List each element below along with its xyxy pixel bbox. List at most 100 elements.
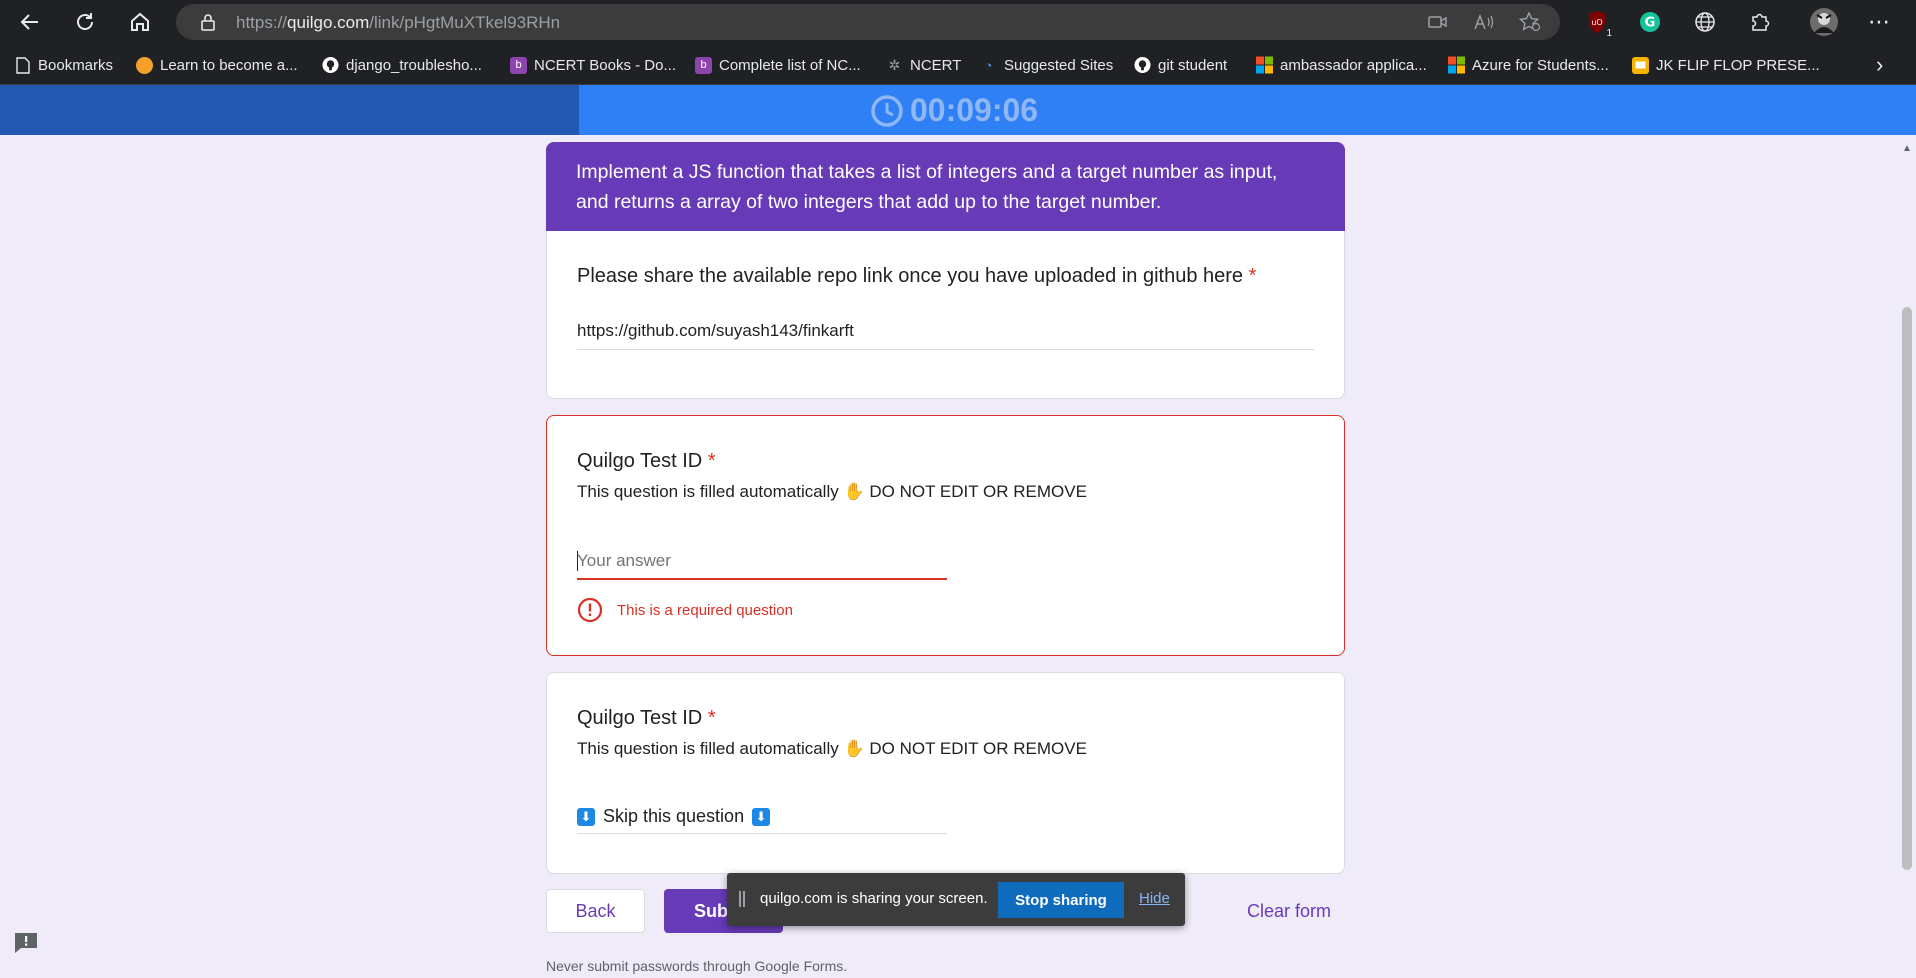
bookmark-label: Suggested Sites: [1004, 56, 1114, 74]
bookmark-item[interactable]: Learn to become a...: [136, 54, 298, 76]
browser-toolbar: https://quilgo.com/link/pHgtMuXTkel93RHn…: [0, 0, 1916, 44]
ncert-icon: ✲: [888, 56, 901, 73]
url-path: /link/pHgtMuXTkel93RHn: [369, 13, 561, 32]
scroll-up-icon[interactable]: ▲: [1902, 143, 1912, 154]
hide-link[interactable]: Hide: [1139, 890, 1170, 907]
bookmark-item[interactable]: ◔ Suggested Sites: [980, 54, 1114, 76]
scrollbar[interactable]: ▲: [1898, 135, 1916, 978]
timer: 00:09:06: [870, 92, 1038, 129]
answer-placeholder: Your answer: [577, 551, 671, 570]
question-header: Implement a JS function that takes a lis…: [546, 142, 1345, 231]
bookmark-item[interactable]: b Complete list of NC...: [695, 54, 861, 76]
microsoft-icon: [1448, 56, 1465, 74]
bookmark-item[interactable]: ✲ NCERT: [886, 54, 962, 76]
microsoft-icon: [1256, 56, 1273, 74]
bookmark-label: Azure for Students...: [1472, 56, 1609, 74]
camera-icon[interactable]: [1426, 10, 1450, 34]
lock-icon[interactable]: [196, 10, 220, 34]
favorite-star-icon[interactable]: [1518, 10, 1542, 34]
question-title-text: Please share the available repo link onc…: [577, 265, 1244, 287]
question-title: Quilgo Test ID *: [577, 450, 716, 473]
read-aloud-icon[interactable]: [1472, 10, 1496, 34]
back-arrow-icon[interactable]: [14, 6, 46, 38]
repo-link-value: https://github.com/suyash143/finkarft: [577, 321, 854, 340]
extensions-puzzle-icon[interactable]: [1747, 9, 1773, 35]
bookmark-item[interactable]: JK FLIP FLOP PRESE...: [1632, 54, 1820, 76]
raised-hand-icon: ✋: [843, 482, 865, 501]
extension-badge: 1: [1604, 28, 1614, 39]
scrollbar-thumb[interactable]: [1902, 307, 1912, 870]
bookmark-item[interactable]: b NCERT Books - Do...: [510, 54, 676, 76]
stop-sharing-button[interactable]: Stop sharing: [998, 882, 1124, 918]
test-id-input[interactable]: Your answer: [577, 544, 947, 580]
skip-question-value: ⬇ Skip this question ⬇: [577, 806, 771, 827]
back-button[interactable]: Back: [546, 889, 645, 933]
globe-icon[interactable]: [1692, 9, 1718, 35]
profile-avatar[interactable]: [1809, 7, 1839, 37]
question-title-text: Quilgo Test ID: [577, 450, 703, 472]
bookmark-item[interactable]: Azure for Students...: [1448, 54, 1609, 76]
bookmark-item[interactable]: Bookmarks: [14, 54, 113, 76]
share-message: quilgo.com is sharing your screen.: [760, 890, 988, 907]
url-domain: quilgo.com: [287, 13, 370, 32]
error-icon: [577, 597, 603, 623]
github-icon: [322, 56, 339, 74]
quilgo-test-id-card-1: Quilgo Test ID * This question is filled…: [546, 415, 1345, 656]
footer-note: Never submit passwords through Google Fo…: [546, 958, 848, 974]
bookmark-label: JK FLIP FLOP PRESE...: [1656, 56, 1820, 74]
description-text: This question is filled automatically: [577, 482, 839, 501]
bookmark-label: NCERT: [910, 56, 962, 74]
bookmark-label: django_troublesho...: [346, 56, 482, 74]
timer-value: 00:09:06: [910, 92, 1039, 128]
url-prefix: https://: [236, 13, 288, 32]
quilgo-test-id-card-2: Quilgo Test ID * This question is filled…: [546, 672, 1345, 874]
question-title: Please share the available repo link onc…: [577, 265, 1256, 288]
bookmarks-bar: Bookmarks Learn to become a... django_tr…: [0, 44, 1916, 85]
brand-b-icon: b: [510, 56, 527, 74]
drag-handle-icon[interactable]: [739, 891, 745, 907]
more-menu-icon[interactable]: ⋯: [1866, 9, 1892, 35]
question-title-text: Quilgo Test ID: [577, 707, 703, 729]
required-asterisk: *: [1248, 265, 1257, 287]
feedback-icon[interactable]: [13, 931, 39, 955]
description-text: This question is filled automatically: [577, 739, 839, 758]
down-arrow-icon: ⬇: [577, 807, 595, 826]
required-asterisk: *: [707, 450, 716, 472]
svg-text:G: G: [1645, 16, 1656, 31]
skip-question-input[interactable]: ⬇ Skip this question ⬇: [577, 801, 947, 834]
reload-icon[interactable]: [69, 6, 101, 38]
mascot-icon: [136, 56, 153, 74]
question-title: Quilgo Test ID *: [577, 707, 716, 730]
repo-link-input[interactable]: https://github.com/suyash143/finkarft: [577, 315, 1314, 350]
page-icon: [14, 56, 31, 74]
question-description: This question is filled automatically ✋ …: [577, 739, 1087, 759]
ublock-icon[interactable]: uO 1: [1584, 9, 1614, 39]
repo-link-question-card: Please share the available repo link onc…: [546, 231, 1345, 399]
required-asterisk: *: [707, 707, 716, 729]
slides-icon: [1632, 56, 1649, 74]
screen-share-toast: quilgo.com is sharing your screen. Stop …: [727, 873, 1185, 926]
brand-b-icon: b: [695, 56, 712, 74]
home-icon[interactable]: [124, 6, 156, 38]
bookmark-item[interactable]: git student: [1134, 54, 1227, 76]
grammarly-icon[interactable]: G: [1637, 9, 1663, 35]
timer-banner: 00:09:06: [0, 85, 1916, 135]
bookmark-label: Complete list of NC...: [719, 56, 861, 74]
raised-hand-icon: ✋: [843, 739, 865, 758]
bookmark-item[interactable]: django_troublesho...: [322, 54, 482, 76]
timer-progress: [0, 85, 579, 135]
description-warning: DO NOT EDIT OR REMOVE: [869, 482, 1087, 501]
suggested-icon: ◔: [984, 57, 993, 73]
svg-text:uO: uO: [1591, 18, 1602, 27]
error-message: This is a required question: [577, 597, 793, 623]
chevron-right-icon[interactable]: ›: [1876, 52, 1883, 77]
bookmark-item[interactable]: ambassador applica...: [1256, 54, 1427, 76]
bookmark-label: Learn to become a...: [160, 56, 298, 74]
skip-text: Skip this question: [603, 806, 745, 826]
bookmark-label: git student: [1158, 56, 1228, 74]
address-bar[interactable]: https://quilgo.com/link/pHgtMuXTkel93RHn: [176, 4, 1560, 40]
description-warning: DO NOT EDIT OR REMOVE: [869, 739, 1087, 758]
url-text[interactable]: https://quilgo.com/link/pHgtMuXTkel93RHn: [236, 13, 560, 33]
clear-form-button[interactable]: Clear form: [1230, 889, 1348, 933]
question-description: This question is filled automatically ✋ …: [577, 482, 1087, 502]
